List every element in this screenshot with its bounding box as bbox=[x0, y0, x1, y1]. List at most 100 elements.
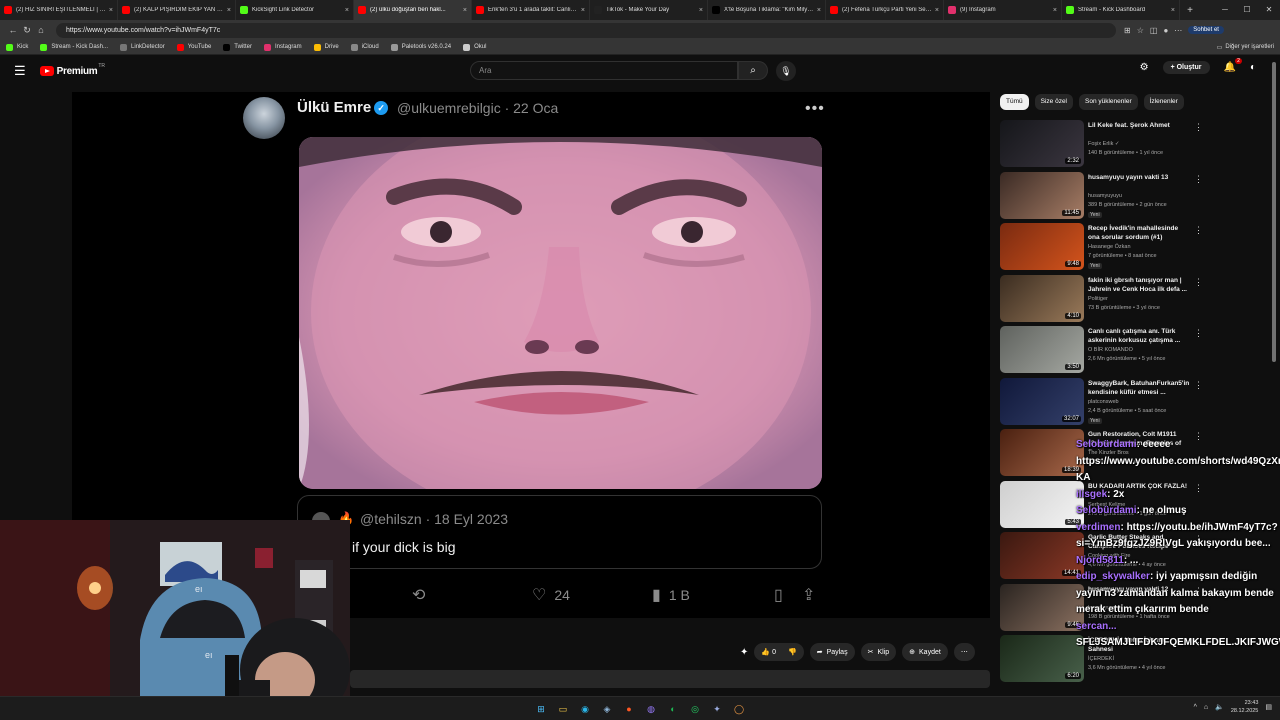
browser-tab[interactable]: Stream - Kick Dashboard × bbox=[1062, 0, 1180, 20]
install-icon[interactable]: ⊞ bbox=[1124, 26, 1131, 35]
clip-button[interactable]: ✂ Klip bbox=[860, 643, 897, 661]
profile-avatar[interactable]: ● bbox=[1163, 26, 1168, 35]
tab-close-icon[interactable]: × bbox=[345, 7, 349, 14]
network-icon[interactable]: ⌂ bbox=[1204, 704, 1208, 711]
chrome-icon[interactable]: ◯ bbox=[731, 701, 747, 717]
channel-name[interactable]: platconsweb bbox=[1088, 399, 1119, 405]
back-icon[interactable]: ← bbox=[6, 25, 20, 35]
maximize-icon[interactable]: ☐ bbox=[1236, 0, 1258, 20]
tray-chevron-icon[interactable]: ^ bbox=[1194, 704, 1197, 711]
recommendation-item[interactable]: 32:07 SwaggyBark, BatuhanFurkan5'in kendi… bbox=[1000, 377, 1270, 430]
video-title[interactable]: Canlı canlı çatışma anı. Türk askerinin … bbox=[1088, 327, 1190, 345]
video-thumbnail[interactable]: 32:07 bbox=[1000, 377, 1084, 425]
cast-icon[interactable]: ⚙ bbox=[1140, 62, 1149, 73]
tab-close-icon[interactable]: × bbox=[1053, 7, 1057, 14]
home-icon[interactable]: ⌂ bbox=[34, 25, 48, 35]
browser-tab[interactable]: (2) HIZ SINIRI EŞİTLENMELİ | 5Sn... × bbox=[0, 0, 118, 20]
bookmark-item[interactable]: Paletools v26.0.24 bbox=[390, 43, 451, 51]
url-field[interactable]: https://www.youtube.com/watch?v=ihJWmF4y… bbox=[56, 22, 1116, 38]
browser-tab[interactable]: X'te Boşuna Tıklama: "Kim Milyon... × bbox=[708, 0, 826, 20]
dislike-button[interactable]: 👎 bbox=[788, 648, 797, 656]
video-thumbnail[interactable]: 2:32 bbox=[1000, 120, 1084, 167]
tab-close-icon[interactable]: × bbox=[227, 7, 231, 14]
discord-icon[interactable]: ◍ bbox=[643, 701, 659, 717]
video-thumbnail[interactable]: 18:39 bbox=[1000, 429, 1084, 476]
bookmark-item[interactable]: Stream - Kick Dash... bbox=[40, 43, 108, 51]
recommendation-item[interactable]: 4:10 fakin iki gbrsıh tanışıyor man | Jah… bbox=[1000, 274, 1270, 327]
menu-dots-icon[interactable]: ⋯ bbox=[1174, 26, 1182, 35]
steam-icon[interactable]: ◈ bbox=[599, 701, 615, 717]
more-options-icon[interactable]: ⋮ bbox=[1194, 277, 1203, 288]
tab-close-icon[interactable]: × bbox=[463, 7, 467, 14]
app-orange-icon[interactable]: ● bbox=[621, 701, 637, 717]
search-input[interactable]: Ara bbox=[470, 61, 738, 80]
new-tab-button[interactable]: + bbox=[1180, 5, 1200, 16]
browser-tab[interactable]: (9) Instagram × bbox=[944, 0, 1062, 20]
browser-tab[interactable]: (2) Fefena Türkçü Parti Yeni Seçi... × bbox=[826, 0, 944, 20]
minimize-icon[interactable]: ─ bbox=[1214, 0, 1236, 20]
filter-chip[interactable]: Size özel bbox=[1034, 94, 1073, 110]
reload-icon[interactable]: ↻ bbox=[20, 25, 34, 36]
video-thumbnail[interactable]: 14:41 bbox=[1000, 532, 1084, 579]
tab-close-icon[interactable]: × bbox=[1171, 7, 1175, 14]
share-button[interactable]: ➦ Paylaş bbox=[809, 643, 855, 661]
browser-tab[interactable]: (2) KALP PİŞİRDİM EKİP YAN YAT... × bbox=[118, 0, 236, 20]
bookmark-item[interactable]: LinkDetector bbox=[120, 43, 165, 51]
notifications-bell-icon[interactable]: 🔔 2 bbox=[1224, 58, 1242, 73]
app-blue-icon[interactable]: ✦ bbox=[709, 701, 725, 717]
tab-close-icon[interactable]: × bbox=[817, 7, 821, 14]
clock[interactable]: 23:43 28.12.2025 bbox=[1231, 699, 1259, 715]
hamburger-menu-icon[interactable]: ☰ bbox=[14, 63, 26, 79]
video-thumbnail[interactable]: 5:43 bbox=[1000, 480, 1084, 528]
like-button[interactable]: 👍 0 bbox=[761, 648, 776, 656]
more-options-icon[interactable]: ⋮ bbox=[1194, 225, 1203, 236]
browser-tab[interactable]: TikTok - Make Your Day × bbox=[590, 0, 708, 20]
volume-icon[interactable]: 🔈 bbox=[1215, 703, 1224, 711]
channel-name[interactable]: O BİR KOMANDO bbox=[1088, 347, 1133, 353]
channel-name[interactable]: Hasanege Özkan bbox=[1088, 244, 1131, 250]
file-explorer-icon[interactable]: ▭ bbox=[555, 701, 571, 717]
video-title[interactable]: fakin iki gbrsıh tanışıyor man | Jahrein… bbox=[1088, 276, 1190, 294]
create-button[interactable]: + Oluştur bbox=[1162, 61, 1210, 74]
more-options-icon[interactable]: ⋮ bbox=[1194, 174, 1203, 185]
filter-chip[interactable]: Son yüklenenler bbox=[1079, 94, 1138, 110]
tab-close-icon[interactable]: × bbox=[935, 7, 939, 14]
browser-tab[interactable]: KickSight Link Detector × bbox=[236, 0, 354, 20]
tab-close-icon[interactable]: × bbox=[109, 7, 113, 14]
video-thumbnail[interactable]: 4:10 bbox=[1000, 274, 1084, 322]
video-thumbnail[interactable]: 11:45 bbox=[1000, 171, 1084, 219]
action-sparkle-icon[interactable]: ✦ bbox=[740, 647, 748, 658]
voice-search-icon[interactable]: 🎙 bbox=[776, 61, 796, 81]
channel-name[interactable]: Politiger bbox=[1088, 296, 1108, 302]
more-actions-button[interactable]: ⋯ bbox=[953, 643, 975, 661]
close-window-icon[interactable]: ✕ bbox=[1258, 0, 1280, 20]
more-options-icon[interactable]: ⋮ bbox=[1194, 328, 1203, 339]
save-button[interactable]: ⊕ Kaydet bbox=[902, 643, 948, 661]
youtube-logo[interactable]: Premium TR bbox=[39, 63, 105, 77]
filter-chip[interactable]: Tümü bbox=[1000, 94, 1029, 110]
spotify-icon[interactable]: ◐ bbox=[665, 701, 681, 717]
bookmark-item[interactable]: Twitter bbox=[223, 43, 252, 51]
bookmark-item[interactable]: Okul bbox=[463, 43, 486, 51]
bookmark-item[interactable]: Kick bbox=[6, 43, 28, 51]
tab-close-icon[interactable]: × bbox=[581, 7, 585, 14]
more-options-icon[interactable]: ⋮ bbox=[1194, 380, 1203, 391]
bookmark-item[interactable]: Drive bbox=[313, 43, 339, 51]
chat-button[interactable]: Sohbet et bbox=[1188, 26, 1224, 34]
edge-browser-icon[interactable]: ◉ bbox=[577, 701, 593, 717]
recommendation-item[interactable]: 3:50 Canlı canlı çatışma anı. Türk askeri… bbox=[1000, 326, 1270, 378]
video-title[interactable]: Recep İvedik'in mahallesinde ona sorular… bbox=[1088, 224, 1190, 242]
bookmark-item[interactable]: YouTube bbox=[176, 43, 211, 51]
video-thumbnail[interactable]: 9:48 bbox=[1000, 223, 1084, 270]
channel-name[interactable]: Foşix Erlik ✓ bbox=[1088, 141, 1120, 147]
recommendation-item[interactable]: 9:48 Recep İvedik'in mahallesinde ona sor… bbox=[1000, 223, 1270, 275]
search-button[interactable]: ⌕ bbox=[738, 61, 768, 80]
filter-chip[interactable]: İzlenenler bbox=[1143, 94, 1184, 110]
video-title[interactable]: SwaggyBark, BatuhanFurkan5'in kendisine … bbox=[1088, 379, 1190, 397]
account-avatar[interactable]: ◐ bbox=[1250, 62, 1256, 73]
browser-tab[interactable]: (2) ülkü doğuştan beri hakl... × bbox=[354, 0, 472, 20]
bookmark-star-icon[interactable]: ☆ bbox=[1137, 26, 1144, 35]
page-scrollbar[interactable] bbox=[1272, 62, 1276, 362]
browser-tab[interactable]: Erik'ten 3'ü 1 arada taklit: Canlı y... × bbox=[472, 0, 590, 20]
notification-center-icon[interactable]: ▤ bbox=[1265, 703, 1272, 711]
